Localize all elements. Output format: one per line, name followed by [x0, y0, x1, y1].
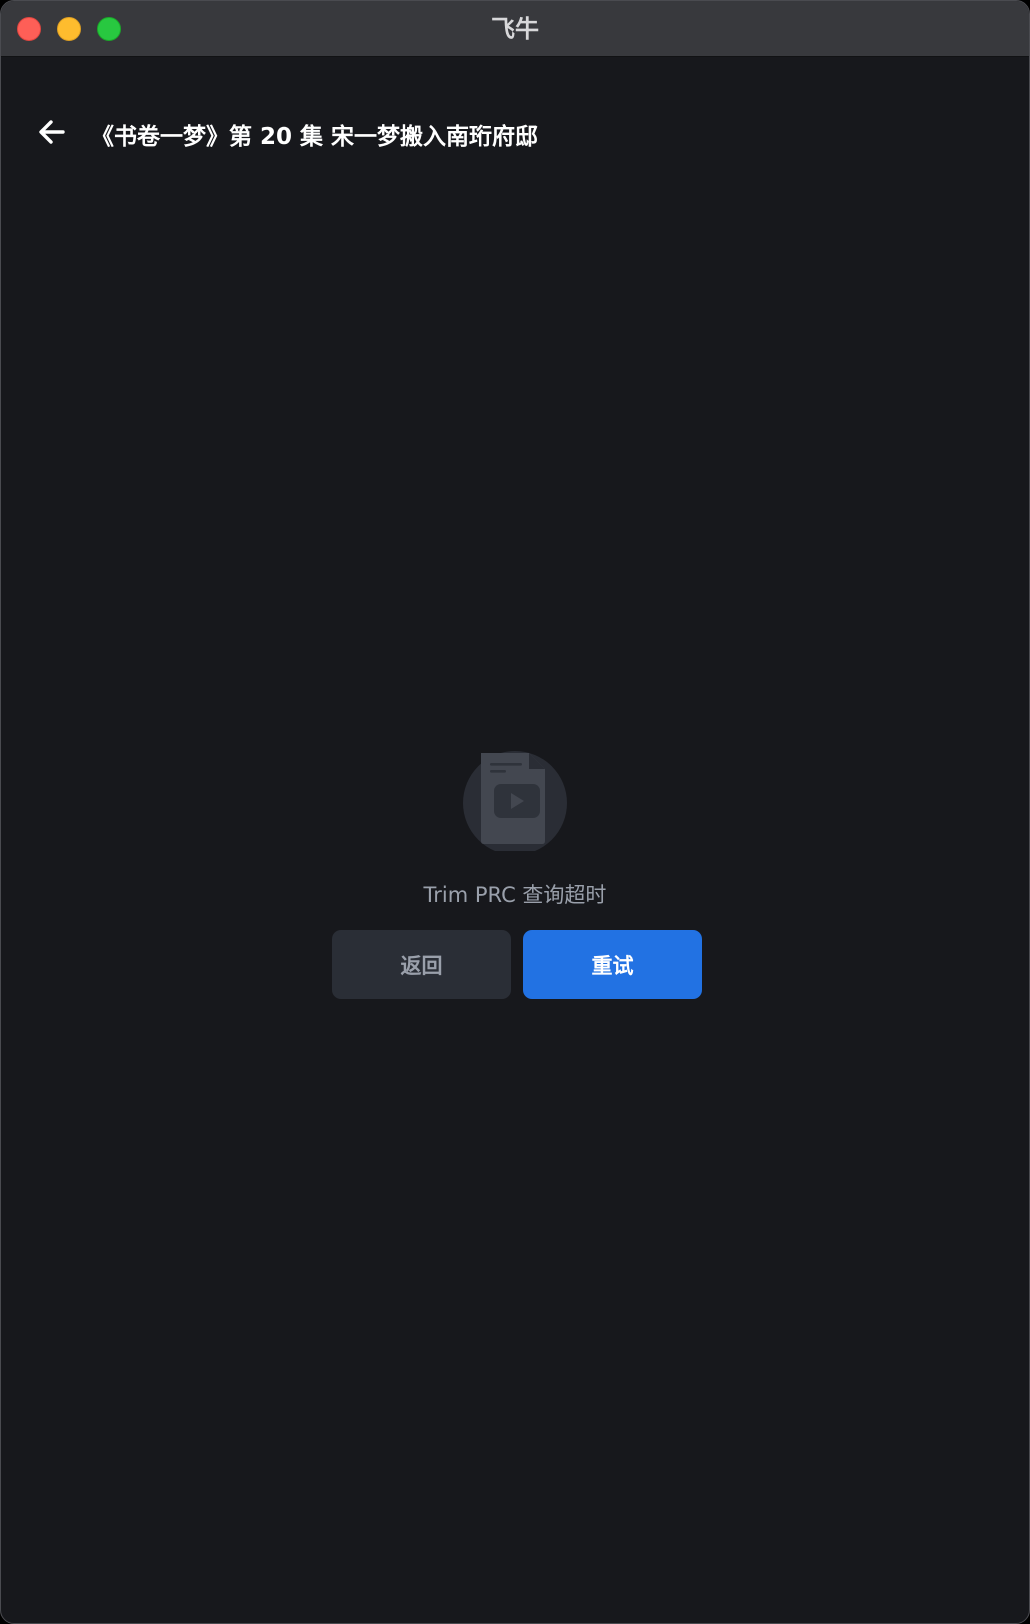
- back-button[interactable]: 返回: [332, 930, 511, 999]
- arrow-left-icon[interactable]: [35, 115, 69, 149]
- page-title: 《书卷一梦》第 20 集 宋一梦搬入南珩府邸: [91, 124, 539, 150]
- window-title: 飞牛: [491, 15, 539, 43]
- error-message: Trim PRC 查询超时: [423, 883, 607, 907]
- page-header: 《书卷一梦》第 20 集 宋一梦搬入南珩府邸: [1, 101, 1029, 165]
- video-file-icon: [463, 751, 567, 851]
- title-bar[interactable]: 飞牛: [1, 1, 1029, 57]
- app-window: 飞牛 《书卷一梦》第 20 集 宋一梦搬入南珩府邸 Trim PRC 查询超时 …: [0, 0, 1030, 1624]
- retry-button[interactable]: 重试: [523, 930, 702, 999]
